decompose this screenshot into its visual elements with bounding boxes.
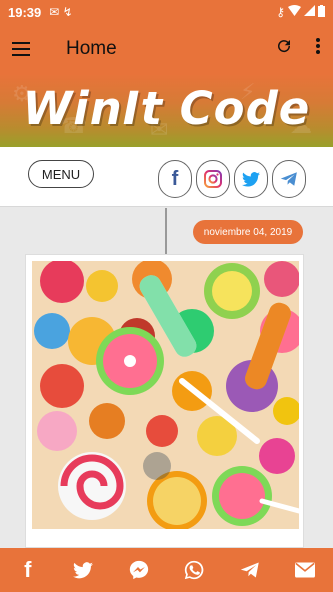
refresh-icon[interactable] (275, 37, 293, 61)
post-date-badge: noviembre 04, 2019 (193, 220, 303, 244)
mail-icon: ✉ (49, 5, 60, 19)
menu-social-row: MENU f (0, 147, 333, 207)
signal-icon (304, 5, 315, 19)
site-logo[interactable]: WinIt Code (0, 82, 333, 135)
telegram-icon[interactable] (235, 555, 265, 585)
header-banner: ⚙ ☎ ✉ ⚡ ☁ WinIt Code (0, 74, 333, 147)
messenger-icon[interactable] (124, 555, 154, 585)
twitter-icon[interactable] (234, 160, 268, 198)
share-bar: f (0, 548, 333, 592)
key-icon: ⚷ (276, 5, 285, 19)
status-bar: 19:39 ✉ ↯ ⚷ (0, 0, 333, 24)
whatsapp-icon[interactable] (179, 555, 209, 585)
app-bar-actions (275, 37, 321, 61)
instagram-icon[interactable] (196, 160, 230, 198)
battery-icon (318, 4, 325, 20)
facebook-icon[interactable]: f (13, 555, 43, 585)
notification-icons: ✉ ↯ (49, 5, 72, 19)
wifi-icon (288, 5, 301, 19)
app-bar: Home (0, 24, 333, 74)
post-feed: noviembre 04, 2019 (0, 208, 333, 548)
facebook-icon[interactable]: f (158, 160, 192, 198)
telegram-icon[interactable] (272, 160, 306, 198)
timeline-line (165, 208, 167, 256)
n-icon: ↯ (62, 5, 73, 19)
post-image[interactable] (32, 261, 299, 529)
twitter-icon[interactable] (68, 555, 98, 585)
status-time: 19:39 (8, 4, 42, 20)
post-card[interactable] (25, 254, 304, 548)
status-right-icons: ⚷ (276, 4, 325, 20)
email-icon[interactable] (290, 555, 320, 585)
page-title: Home (66, 38, 117, 59)
menu-button[interactable]: MENU (28, 160, 94, 188)
hamburger-menu-icon[interactable] (12, 37, 36, 61)
more-vert-icon[interactable] (315, 37, 321, 61)
